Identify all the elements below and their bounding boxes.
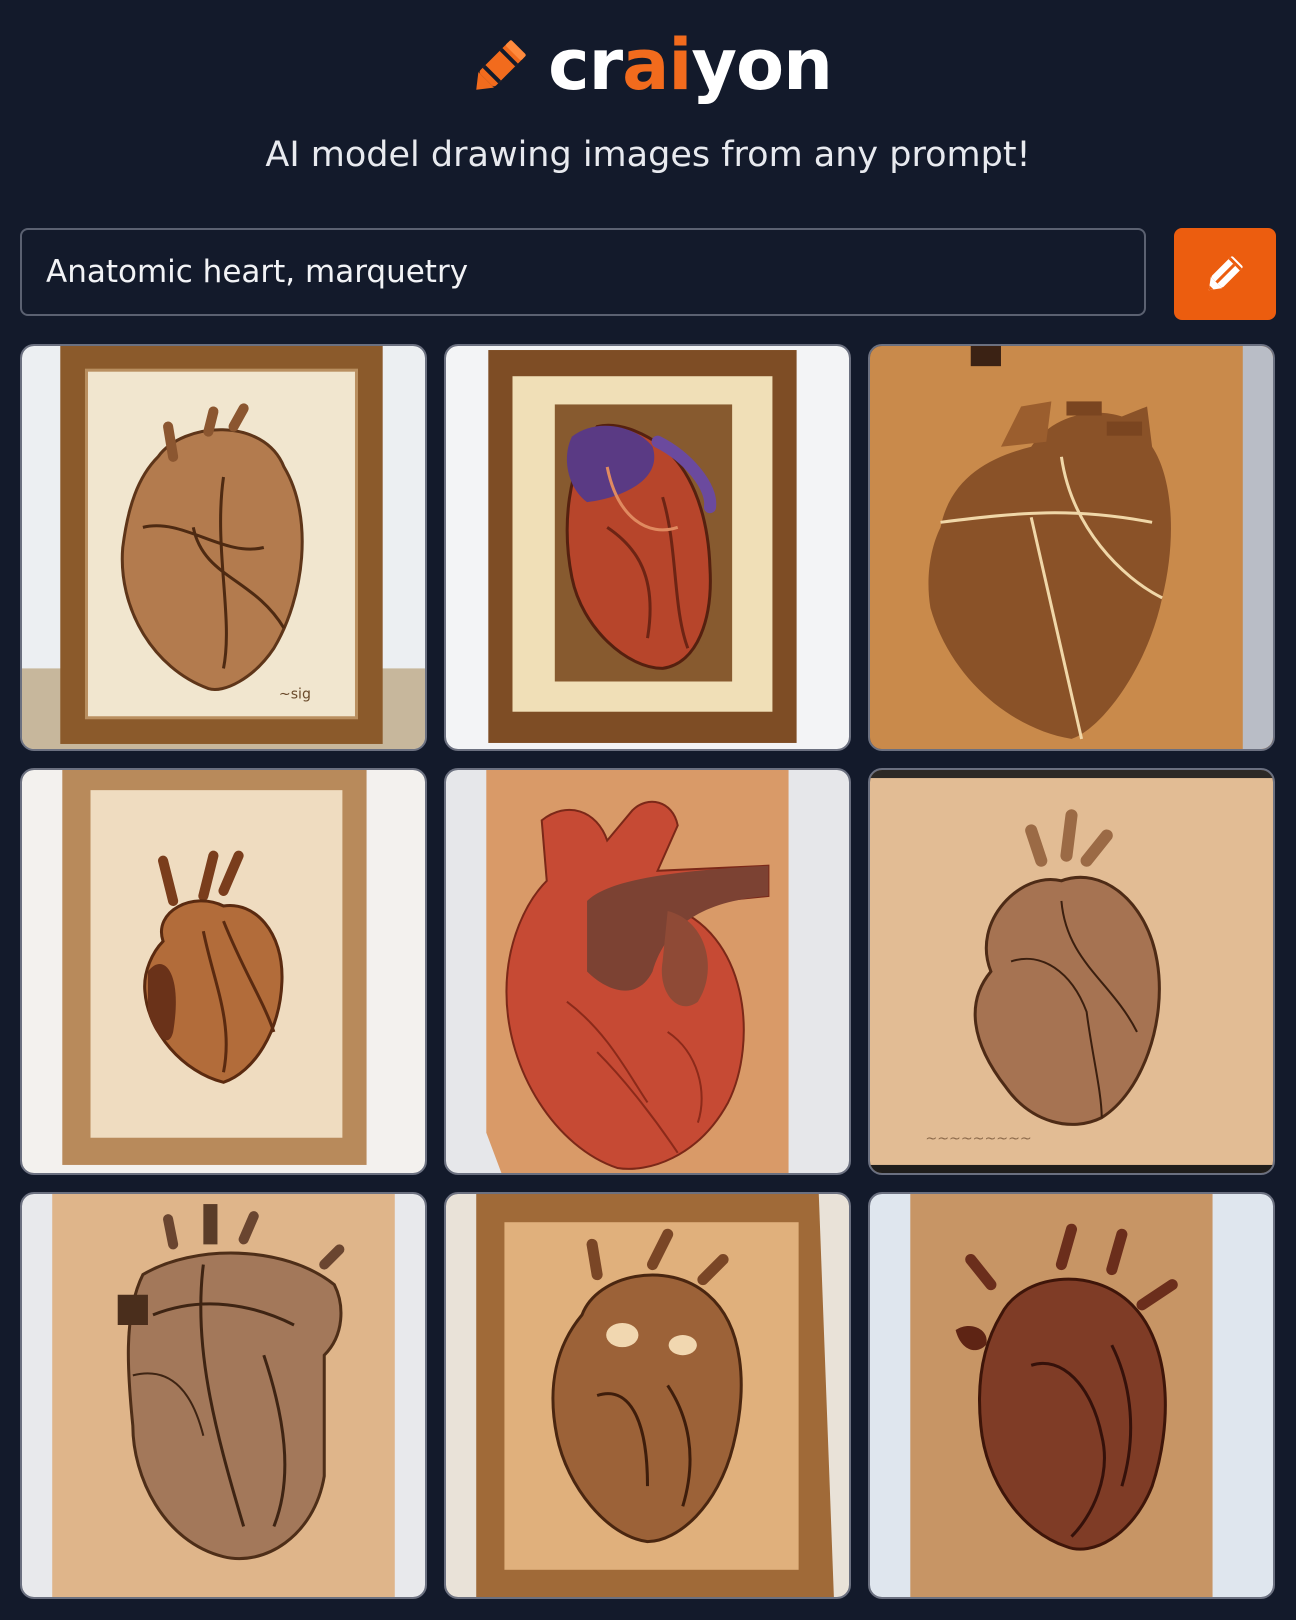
result-image-6[interactable]: ~~~~~~~~~ [868,768,1275,1175]
heart-marquetry-image [22,770,425,1173]
result-image-1[interactable]: ~sig [20,344,427,751]
result-image-5[interactable] [444,768,851,1175]
result-image-3[interactable] [868,344,1275,751]
heart-marquetry-image [446,1194,849,1597]
heart-marquetry-image [446,770,849,1173]
craiyon-page: craiyon AI model drawing images from any… [0,0,1296,1620]
svg-text:~~~~~~~~~: ~~~~~~~~~ [925,1131,1031,1147]
prompt-input[interactable] [20,228,1146,316]
crayon-logo-icon [476,40,526,90]
logo-text-end: yon [691,24,833,106]
draw-button[interactable] [1174,228,1276,320]
result-image-9[interactable] [868,1192,1275,1599]
result-image-2[interactable] [444,344,851,751]
heart-marquetry-image [22,1194,425,1597]
heart-marquetry-image [870,1194,1273,1597]
heart-marquetry-image: ~~~~~~~~~ [870,770,1273,1173]
heart-marquetry-image: ~sig [22,346,425,749]
result-image-4[interactable] [20,768,427,1175]
result-image-8[interactable] [444,1192,851,1599]
logo-wordmark: craiyon [548,30,833,100]
tagline: AI model drawing images from any prompt! [265,135,1031,175]
logo[interactable]: craiyon [0,20,1296,110]
logo-text-accent: ai [622,24,692,106]
pencil-icon [1208,256,1243,291]
result-image-7[interactable] [20,1192,427,1599]
heart-marquetry-image [446,346,849,749]
logo-text-start: cr [548,24,623,106]
svg-text:~sig: ~sig [279,687,311,703]
heart-marquetry-image [870,346,1273,749]
results-grid: ~sig ~~~~~~~~~ [20,344,1276,1599]
